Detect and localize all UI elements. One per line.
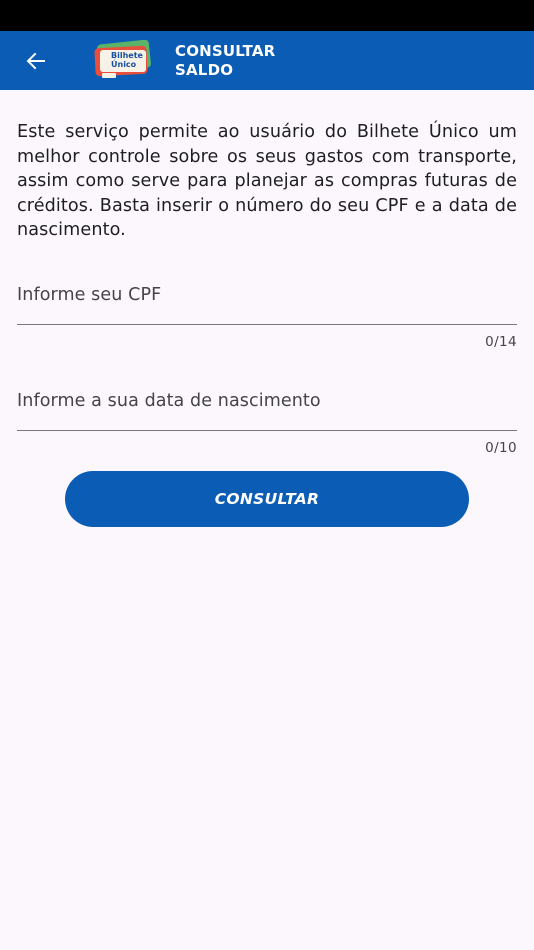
- cpf-input[interactable]: [17, 272, 517, 320]
- page-title: CONSULTAR SALDO: [175, 42, 375, 80]
- birthdate-field[interactable]: Informe a sua data de nascimento 0/10: [17, 378, 517, 460]
- page-title-line1: CONSULTAR: [175, 42, 276, 60]
- bilhete-unico-logo: Bilhete Único: [92, 39, 154, 80]
- cpf-char-counter: 0/14: [485, 334, 517, 350]
- cpf-underline: [17, 324, 517, 325]
- birthdate-char-counter: 0/10: [485, 440, 517, 456]
- app-bar: Bilhete Único CONSULTAR SALDO: [0, 31, 534, 90]
- service-description: Este serviço permite ao usuário do Bilhe…: [17, 122, 517, 241]
- page-title-line2: SALDO: [175, 61, 234, 79]
- consultar-button[interactable]: CONSULTAR: [65, 471, 469, 527]
- birthdate-underline: [17, 430, 517, 431]
- status-bar: [0, 0, 534, 31]
- cpf-field[interactable]: Informe seu CPF 0/14: [17, 272, 517, 354]
- logo-text-bottom: Único: [111, 60, 137, 69]
- back-button[interactable]: [18, 45, 54, 77]
- birthdate-input[interactable]: [17, 378, 517, 426]
- logo-text-top: Bilhete: [111, 51, 143, 60]
- arrow-left-icon: [26, 52, 45, 70]
